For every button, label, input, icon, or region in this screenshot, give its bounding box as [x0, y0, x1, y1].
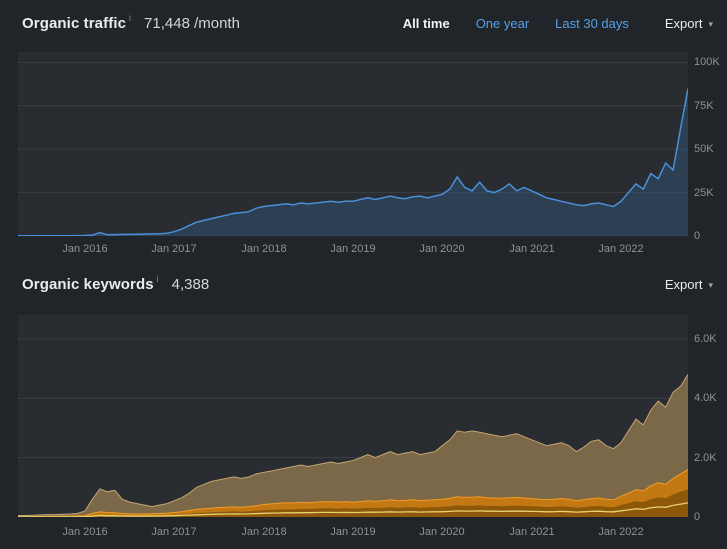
x-axis-label: Jan 2020	[419, 526, 465, 538]
organic-keywords-value: 4,388	[171, 275, 210, 293]
y-axis-label: 25K	[694, 187, 714, 199]
info-icon[interactable]: i	[157, 274, 159, 284]
tab-one-year[interactable]: One year	[476, 16, 529, 31]
keywords-x-axis: Jan 2016 Jan 2017 Jan 2018 Jan 2019 Jan 2020…	[18, 521, 688, 543]
y-axis-label: 100K	[694, 56, 720, 68]
x-axis-label: Jan 2019	[330, 243, 376, 255]
y-axis-label: 0	[694, 230, 701, 242]
x-axis-label: Jan 2022	[598, 526, 644, 538]
organic-traffic-chart[interactable]	[18, 52, 688, 236]
caret-down-icon: ▾	[708, 18, 713, 29]
x-axis-label: Jan 2018	[241, 243, 287, 255]
keywords-export-button[interactable]: Export ▾	[665, 277, 713, 292]
x-axis-label: Jan 2016	[62, 526, 108, 538]
tab-all-time[interactable]: All time	[403, 16, 450, 31]
y-axis-label: 75K	[694, 100, 714, 112]
x-axis-label: Jan 2019	[330, 526, 376, 538]
organic-traffic-title: Organic traffic	[22, 14, 127, 32]
y-axis-label: 2.0K	[694, 452, 717, 464]
x-axis-label: Jan 2021	[509, 243, 555, 255]
y-axis-label: 6.0K	[694, 333, 717, 345]
x-axis-label: Jan 2017	[151, 526, 197, 538]
traffic-y-axis: 100K 75K 50K 25K 0	[694, 52, 727, 242]
traffic-x-axis: Jan 2016 Jan 2017 Jan 2018 Jan 2019 Jan 2020…	[18, 238, 688, 260]
traffic-export-label: Export	[664, 15, 703, 31]
organic-keywords-header: Organic keywords i 4,388 Export ▾	[0, 262, 727, 306]
x-axis-label: Jan 2020	[419, 243, 465, 255]
traffic-export-button[interactable]: Export ▾	[665, 16, 713, 31]
organic-keywords-chart[interactable]	[18, 315, 688, 517]
organic-traffic-value: 71,448 /month	[144, 14, 240, 32]
organic-traffic-header: Organic traffic i 71,448 /month All time…	[0, 0, 727, 46]
y-axis-label: 50K	[694, 143, 714, 155]
x-axis-label: Jan 2018	[241, 526, 287, 538]
site-explorer-overview: Organic traffic i 71,448 /month All time…	[0, 0, 727, 549]
organic-keywords-title: Organic keywords	[22, 275, 154, 293]
y-axis-label: 4.0K	[694, 392, 717, 404]
x-axis-label: Jan 2022	[598, 243, 644, 255]
x-axis-label: Jan 2017	[151, 243, 197, 255]
caret-down-icon: ▾	[708, 279, 713, 290]
y-axis-label: 0	[694, 511, 701, 523]
keywords-y-axis: 6.0K 4.0K 2.0K 0	[694, 315, 727, 523]
keywords-export-label: Export	[664, 276, 703, 292]
info-icon[interactable]: i	[129, 13, 131, 23]
x-axis-label: Jan 2021	[509, 526, 555, 538]
tab-last-30-days[interactable]: Last 30 days	[555, 16, 629, 31]
x-axis-label: Jan 2016	[62, 243, 108, 255]
